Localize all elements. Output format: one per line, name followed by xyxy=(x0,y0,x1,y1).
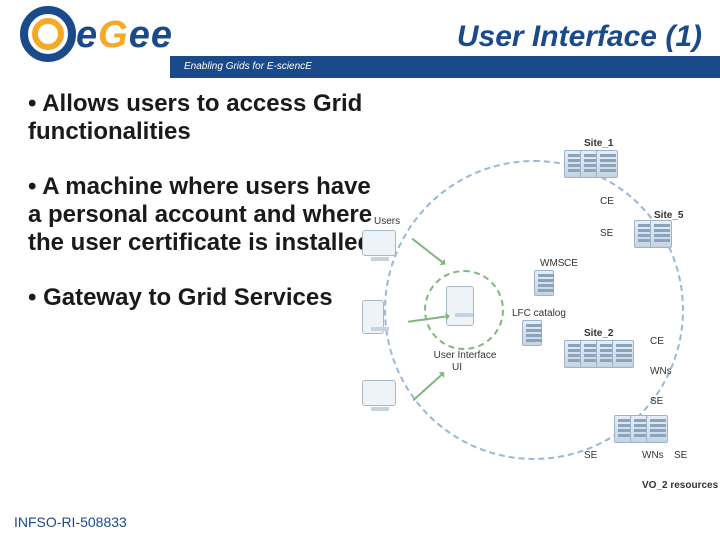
ce-label: CE xyxy=(564,258,578,269)
vo2-cluster xyxy=(614,415,662,443)
ui-short-label: UI xyxy=(452,362,462,373)
wms-label: WMS xyxy=(540,258,564,269)
desktop-icon xyxy=(362,380,396,406)
slide-header: eGee User Interface (1) Enabling Grids f… xyxy=(0,0,720,78)
lfc-server-icon xyxy=(522,320,542,346)
grid-diagram: Users User Interface UI WMS CE CE SE LFC… xyxy=(354,150,704,480)
wns-label: WNs xyxy=(642,450,664,461)
ce-label: CE xyxy=(650,336,664,347)
logo-letter: e xyxy=(129,14,151,56)
vo2-label: VO_2 resources xyxy=(642,480,718,491)
se-label: SE xyxy=(650,396,663,407)
site5-cluster xyxy=(634,220,666,248)
egee-logo: eGee xyxy=(10,6,170,68)
bullet-item: A machine where users have a personal ac… xyxy=(28,173,388,258)
site2-cluster xyxy=(564,340,628,368)
se-label: SE xyxy=(600,228,613,239)
se-label: SE xyxy=(674,450,687,461)
server-icon xyxy=(646,415,668,443)
ui-server-icon xyxy=(446,286,474,326)
lfc-label: LFC catalog xyxy=(512,308,566,319)
ce-label: CE xyxy=(600,196,614,207)
logo-letter-g: G xyxy=(98,14,129,56)
se-label: SE xyxy=(584,450,597,461)
logo-text: eGee xyxy=(76,14,173,57)
bullet-item: Allows users to access Grid functionalit… xyxy=(28,90,388,147)
slide-body: Allows users to access Grid functionalit… xyxy=(28,90,708,500)
site5-label: Site_5 xyxy=(654,210,683,221)
server-icon xyxy=(596,150,618,178)
wns-label: WNs xyxy=(650,366,672,377)
footer-ref: INFSO-RI-508833 xyxy=(14,514,127,530)
slide-title: User Interface (1) xyxy=(170,20,720,54)
logo-ring-inner xyxy=(32,18,64,50)
bullet-list: Allows users to access Grid functionalit… xyxy=(28,90,388,338)
server-icon xyxy=(650,220,672,248)
slide-tagline: Enabling Grids for E-sciencE xyxy=(170,56,720,78)
site1-label: Site_1 xyxy=(584,138,613,149)
laptop-icon xyxy=(362,230,396,256)
logo-letter: e xyxy=(76,14,98,56)
site1-cluster xyxy=(564,150,612,178)
server-icon xyxy=(612,340,634,368)
pda-icon xyxy=(362,300,384,334)
wms-server-icon xyxy=(534,270,554,296)
bullet-item: Gateway to Grid Services xyxy=(28,284,388,312)
site2-label: Site_2 xyxy=(584,328,613,339)
ui-label: User Interface xyxy=(430,350,500,361)
users-label: Users xyxy=(374,216,400,227)
